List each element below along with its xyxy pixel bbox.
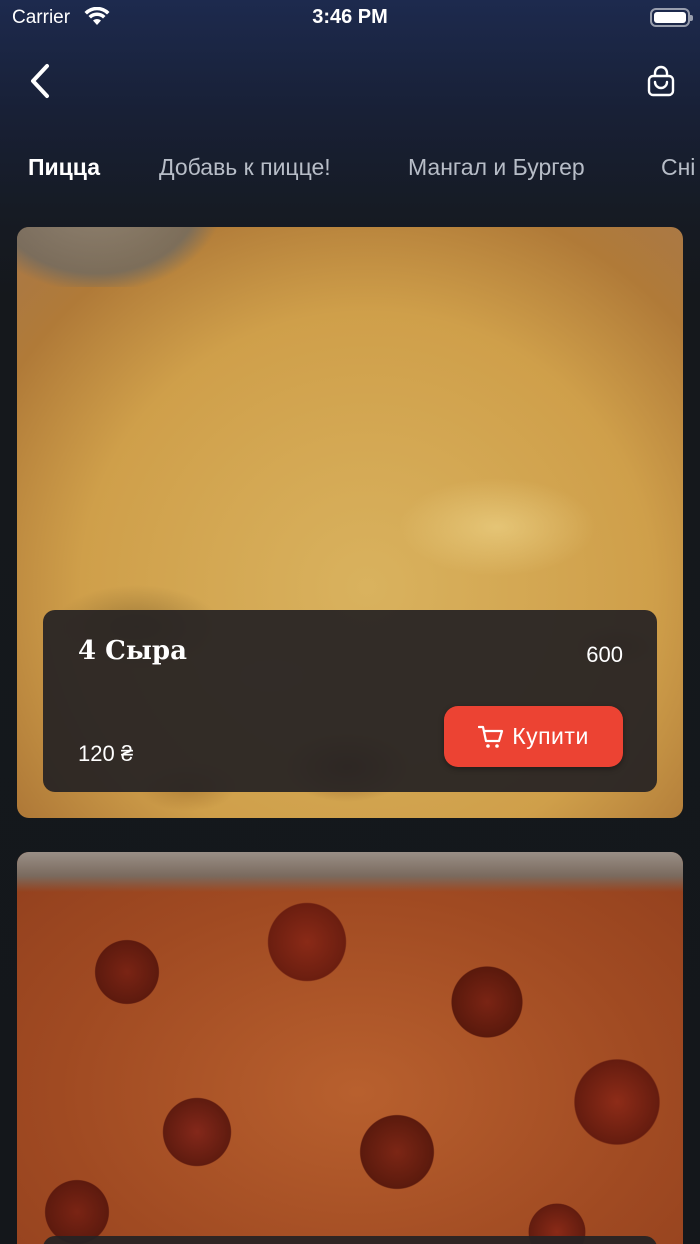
- clock: 3:46 PM: [312, 6, 388, 28]
- product-card[interactable]: 4 Сыра 600 120 ₴ Купити: [17, 227, 683, 818]
- product-card[interactable]: [17, 852, 683, 1244]
- status-bar: Carrier 3:46 PM: [0, 0, 700, 40]
- tab-pizza-addons[interactable]: Добавь к пицце!: [159, 150, 331, 184]
- screen: Carrier 3:46 PM Пицца Добавь к пицце! Ма…: [0, 0, 700, 1244]
- cart-button[interactable]: [642, 62, 680, 100]
- product-info-panel: 4 Сыра 600 120 ₴ Купити: [43, 610, 657, 792]
- product-name: 4 Сыра: [78, 636, 187, 666]
- shopping-bag-icon: [647, 65, 675, 97]
- battery-icon: [650, 8, 693, 27]
- cart-icon: [478, 725, 504, 748]
- product-info-panel: [43, 1236, 657, 1244]
- category-tabs: Пицца Добавь к пицце! Мангал и Бургер Сн…: [0, 150, 700, 186]
- product-image: [17, 852, 683, 1244]
- tab-grill-burger[interactable]: Мангал и Бургер: [408, 150, 585, 184]
- back-button[interactable]: [18, 58, 62, 104]
- tab-pizza[interactable]: Пицца: [28, 150, 100, 184]
- buy-button-label: Купити: [512, 723, 589, 749]
- tab-more[interactable]: Сні: [661, 150, 695, 184]
- product-price: 120 ₴: [78, 741, 134, 766]
- chevron-left-icon: [31, 64, 49, 98]
- buy-button[interactable]: Купити: [444, 706, 623, 767]
- product-weight: 600: [586, 642, 623, 667]
